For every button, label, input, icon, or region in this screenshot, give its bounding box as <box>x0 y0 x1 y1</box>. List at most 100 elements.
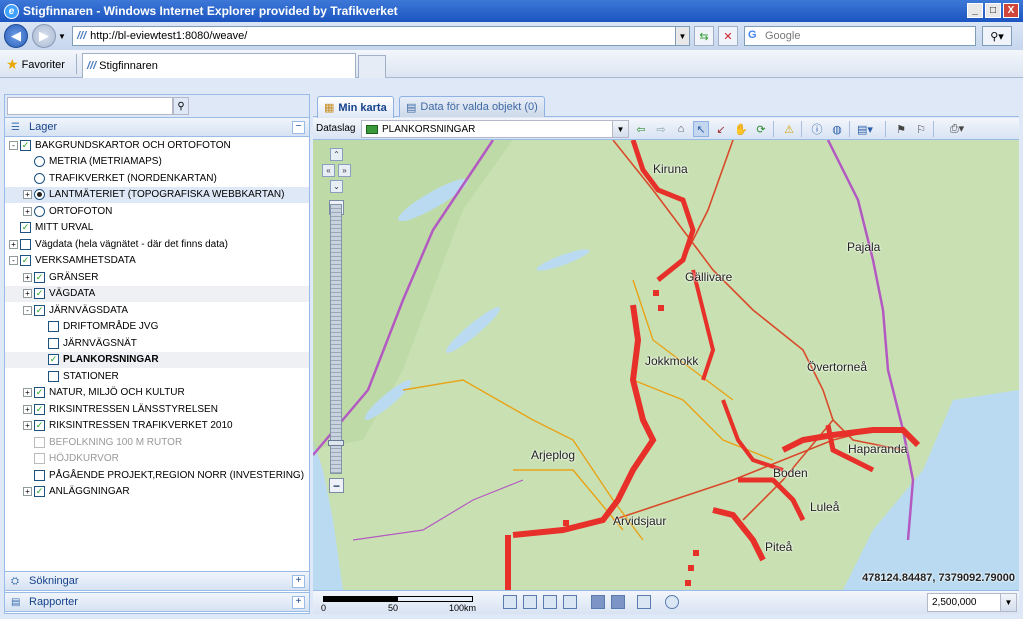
browser-tab[interactable]: /// Stigfinnaren <box>82 53 356 78</box>
print-icon[interactable]: ⎙▾ <box>943 121 971 137</box>
fullscreen-icon[interactable] <box>637 595 651 609</box>
zoom-slider-thumb[interactable] <box>328 440 344 446</box>
select-polygon-icon[interactable] <box>523 595 537 609</box>
layer-checkbox[interactable]: ✓ <box>34 271 45 283</box>
expand-icon[interactable]: + <box>23 388 32 398</box>
expand-icon[interactable]: + <box>23 190 32 200</box>
expand-icon[interactable]: + <box>23 421 32 431</box>
scale-select[interactable]: 2,500,000 ▼ <box>927 593 1017 612</box>
back-extent-icon[interactable]: ⇦ <box>633 121 649 137</box>
warning-icon[interactable]: ⚠ <box>781 121 797 137</box>
layer-search-field[interactable] <box>8 98 172 114</box>
identify-icon[interactable]: ↙ <box>713 121 729 137</box>
layer-checkbox[interactable] <box>34 469 45 481</box>
layer-node[interactable]: + ✓ ANLÄGGNINGAR <box>5 484 309 501</box>
layer-node[interactable]: ✓ PLANKORSNINGAR <box>5 351 309 368</box>
layer-node[interactable]: STATIONER <box>5 368 309 385</box>
expand-reports-button[interactable]: + <box>292 596 305 609</box>
layer-node[interactable]: + Vägdata (hela vägnätet - där det finns … <box>5 236 309 253</box>
pan-up-button[interactable]: ⌃ <box>330 148 343 161</box>
reports-header[interactable]: ▤ Rapporter + <box>5 592 309 612</box>
refresh-icon[interactable]: ⟳ <box>753 121 769 137</box>
list-dropdown-icon[interactable]: ▤▾ <box>857 121 873 137</box>
layer-node[interactable]: + LANTMÄTERIET (TOPOGRAFISKA WEBBKARTAN) <box>5 186 309 203</box>
select-arrow-icon[interactable]: ↖ <box>693 121 709 137</box>
map-canvas[interactable]: Kiruna Pajala Gällivare Jokkmokk Övertor… <box>313 140 1019 590</box>
layer-checkbox[interactable]: ✓ <box>34 288 45 300</box>
layer-node[interactable]: - ✓ JÄRNVÄGSDATA <box>5 302 309 319</box>
layer-node[interactable]: + ✓ RIKSINTRESSEN TRAFIKVERKET 2010 <box>5 418 309 435</box>
layer-checkbox[interactable]: ✓ <box>20 222 31 234</box>
tab-my-map[interactable]: ▦ Min karta <box>317 96 394 118</box>
select-circle-icon[interactable] <box>543 595 557 609</box>
info-icon[interactable]: ⓘ <box>809 121 825 137</box>
expand-icon[interactable]: + <box>23 272 32 282</box>
layer-checkbox[interactable]: ✓ <box>34 420 45 432</box>
layer-node[interactable]: + ✓ VÄGDATA <box>5 285 309 302</box>
back-button[interactable]: ◀ <box>4 24 28 48</box>
url-dropdown-button[interactable]: ▼ <box>675 27 689 45</box>
settings-icon[interactable] <box>665 595 679 609</box>
layer-node[interactable]: - ✓ BAKGRUNDSKARTOR OCH ORTOFOTON <box>5 137 309 154</box>
layer-checkbox[interactable]: ✓ <box>34 486 45 498</box>
layer-checkbox[interactable]: ✓ <box>48 354 59 366</box>
layer-node[interactable]: + ✓ RIKSINTRESSEN LÄNSSTYRELSEN <box>5 401 309 418</box>
expand-icon[interactable]: + <box>23 206 32 216</box>
chevron-down-icon[interactable]: ▼ <box>612 121 628 137</box>
pan-left-button[interactable]: « <box>322 164 335 177</box>
select-buffer-icon[interactable] <box>563 595 577 609</box>
expand-icon[interactable]: + <box>9 239 18 249</box>
pan-down-button[interactable]: ⌄ <box>330 180 343 193</box>
layer-search-input[interactable] <box>7 97 173 115</box>
maximize-button[interactable]: □ <box>985 3 1001 18</box>
layer-toggle-icon[interactable] <box>591 595 605 609</box>
zoom-slider[interactable] <box>330 204 342 474</box>
forward-extent-icon[interactable]: ⇨ <box>653 121 669 137</box>
new-tab-button[interactable] <box>358 55 386 78</box>
layer-node[interactable]: + ✓ NATUR, MILJÖ OCH KULTUR <box>5 385 309 402</box>
forward-button[interactable]: ▶ <box>32 24 56 48</box>
layer-radio[interactable] <box>34 189 45 201</box>
layer-node[interactable]: ✓ MITT URVAL <box>5 220 309 237</box>
pan-hand-icon[interactable]: ✋ <box>733 121 749 137</box>
flag-icon[interactable]: ⚑ <box>893 121 909 137</box>
flag-clear-icon[interactable]: ⚐ <box>913 121 929 137</box>
layer-checkbox[interactable]: ✓ <box>34 304 45 316</box>
globe-info-icon[interactable]: ◍ <box>829 121 845 137</box>
layer-checkbox[interactable] <box>48 337 59 349</box>
layer-checkbox[interactable] <box>20 238 31 250</box>
layer-node[interactable]: PÅGÅENDE PROJEKT,REGION NORR (INVESTERIN… <box>5 467 309 484</box>
searches-header[interactable]: ⛭ Sökningar + <box>5 571 309 591</box>
tab-selected-data[interactable]: ▤ Data för valda objekt (0) <box>399 96 545 117</box>
layer-checkbox[interactable]: ✓ <box>34 387 45 399</box>
layer-checkbox[interactable] <box>48 370 59 382</box>
compatibility-button[interactable]: ⇆ <box>694 26 714 46</box>
close-button[interactable]: X <box>1003 3 1019 18</box>
layers-header[interactable]: ☰ Lager − <box>5 117 309 137</box>
url-field[interactable]: /// http://bl-eviewtest1:8080/weave/ ▼ <box>72 26 690 46</box>
layer-node[interactable]: - ✓ VERKSAMHETSDATA <box>5 253 309 270</box>
expand-searches-button[interactable]: + <box>292 575 305 588</box>
collapse-layers-button[interactable]: − <box>292 121 305 134</box>
expand-icon[interactable]: + <box>23 289 32 299</box>
collapse-icon[interactable]: - <box>23 305 32 315</box>
layer-node[interactable]: BEFOLKNING 100 M RUTOR <box>5 434 309 451</box>
layer-checkbox[interactable]: ✓ <box>20 139 31 151</box>
layer-radio[interactable] <box>34 156 45 168</box>
layer-radio[interactable] <box>34 205 45 217</box>
layer-node[interactable]: TRAFIKVERKET (NORDENKARTAN) <box>5 170 309 187</box>
layer-stack-icon[interactable] <box>611 595 625 609</box>
search-field[interactable]: G Google <box>744 26 976 46</box>
layer-node[interactable]: HÖJDKURVOR <box>5 451 309 468</box>
collapse-icon[interactable]: - <box>9 140 18 150</box>
history-dropdown[interactable]: ▼ <box>58 32 68 41</box>
layer-node[interactable]: + ORTOFOTON <box>5 203 309 220</box>
layer-checkbox[interactable]: ✓ <box>20 255 31 267</box>
layer-checkbox[interactable]: ✓ <box>34 403 45 415</box>
expand-icon[interactable]: + <box>23 404 32 414</box>
minimize-button[interactable]: _ <box>967 3 983 18</box>
zoom-out-button[interactable]: − <box>329 478 344 493</box>
chevron-down-icon[interactable]: ▼ <box>1000 594 1016 611</box>
dataslag-select[interactable]: PLANKORSNINGAR ▼ <box>361 120 629 138</box>
select-rectangle-icon[interactable] <box>503 595 517 609</box>
